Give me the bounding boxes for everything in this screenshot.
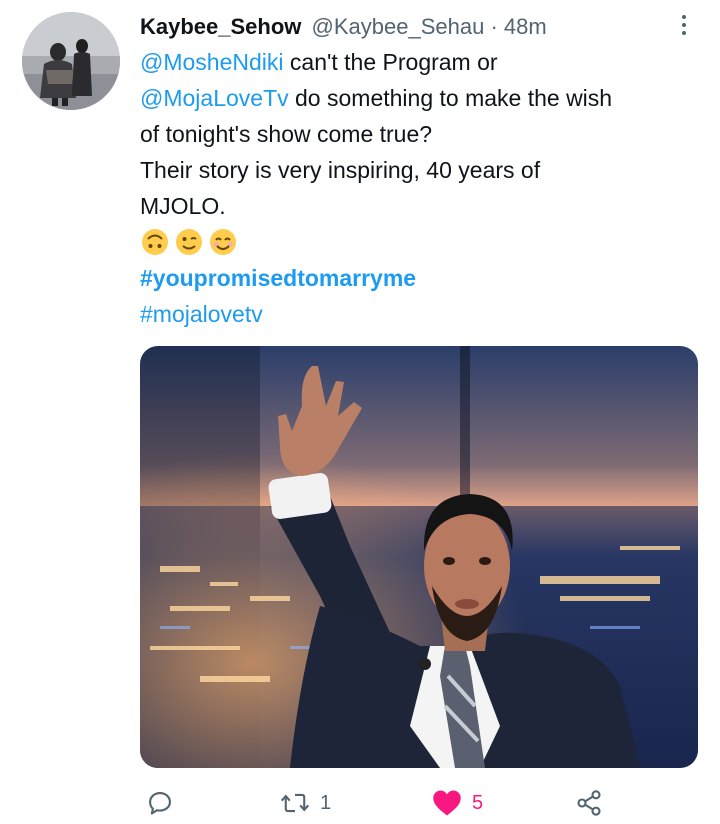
text-span: do something to make the wish (288, 85, 613, 111)
text-line: MJOLO. (140, 193, 226, 219)
tweet-header: Kaybee_Sehow @Kaybee_Sehau · 48m (140, 10, 547, 44)
emoji-row (140, 224, 705, 260)
share-button[interactable] (574, 786, 604, 820)
share-icon (577, 790, 601, 816)
heart-icon (433, 790, 461, 816)
media-photo (140, 346, 698, 768)
handle[interactable]: @Kaybee_Sehau (312, 14, 485, 39)
avatar[interactable] (22, 12, 120, 110)
upside-down-face-icon (142, 229, 168, 255)
winking-face-icon (176, 229, 202, 255)
avatar-photo (22, 12, 120, 110)
retweet-icon (280, 793, 310, 813)
text-line: @MosheNdiki can't the Program or (140, 44, 705, 80)
like-count: 5 (472, 791, 484, 814)
hashtag-link[interactable]: #mojalovetv (140, 301, 263, 327)
tweet-text: @MosheNdiki can't the Program or @MojaLo… (140, 44, 705, 332)
separator: · (484, 14, 504, 39)
more-dots-icon (672, 15, 696, 35)
retweet-count: 1 (320, 791, 332, 814)
hashtag-link[interactable]: #youpromisedtomarryme (140, 265, 416, 291)
hashtag-line: #youpromisedtomarryme (140, 260, 705, 296)
smiling-face-icon (210, 229, 236, 255)
display-name[interactable]: Kaybee_Sehow (140, 14, 301, 39)
reply-icon (149, 792, 171, 815)
more-options-button[interactable] (672, 12, 696, 40)
mention-link[interactable]: @MosheNdiki (140, 49, 284, 75)
text-line: Their story is very inspiring, 40 years … (140, 157, 541, 183)
like-button[interactable]: 5 (432, 786, 483, 820)
tweet-actions: 1 5 (140, 784, 610, 824)
mention-link[interactable]: @MojaLoveTv (140, 85, 289, 111)
hashtag-line: #mojalovetv (140, 296, 705, 332)
text-span: can't the Program or (283, 49, 498, 75)
text-line: @MojaLoveTv do something to make the wis… (140, 80, 705, 116)
text-line: of tonight's show come true? (140, 121, 433, 147)
tweet-media[interactable] (140, 346, 698, 768)
reply-button[interactable] (146, 786, 184, 820)
retweet-button[interactable]: 1 (280, 786, 331, 820)
timestamp[interactable]: 48m (504, 14, 547, 39)
